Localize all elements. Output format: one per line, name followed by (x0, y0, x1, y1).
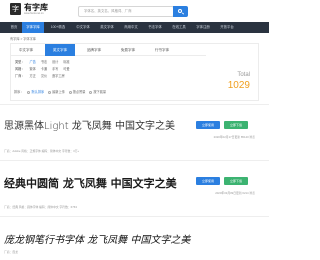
filter-option[interactable]: 设计 (52, 60, 58, 64)
filter-option[interactable]: 标准 (63, 60, 69, 64)
nav-item-calligraphy[interactable]: 书法字体 (144, 22, 166, 33)
filter-option[interactable]: 可爱 (63, 67, 69, 71)
font-preview[interactable]: 经典中圆简 龙飞凤舞 中国文字之美 (4, 175, 177, 191)
nav-item-chinese[interactable]: 中文字体 (72, 22, 94, 33)
breadcrumb: 有字库 > 字体字库 (10, 37, 36, 41)
tab-script[interactable]: 行书字体 (147, 44, 177, 56)
sort-option-latest[interactable]: 最新上传 (52, 90, 65, 94)
filter-option[interactable]: 汉仪 (41, 74, 47, 78)
tab-chinese[interactable]: 中文字体 (11, 44, 41, 56)
filter-label: 风格： (15, 67, 25, 71)
update-date: 2020年02月17日更新 85140 浏览 (213, 135, 255, 139)
filter-option[interactable]: 繁体 (29, 67, 35, 71)
nav-item-featured[interactable]: 100+精选 (46, 22, 70, 33)
font-preview[interactable]: 庞龙钢笔行书字体 龙飞凤舞 中国文字之美 (4, 231, 190, 246)
radio-icon[interactable] (48, 90, 52, 94)
logo-text[interactable]: 有字库 (24, 3, 48, 12)
font-meta: 厂商：庞龙 (4, 250, 18, 254)
filter-tabs: 中文字体 英文字体 品牌字体 免费字体 行书字体 (11, 44, 206, 56)
download-button[interactable]: 立即下载 (224, 177, 248, 185)
tab-brand[interactable]: 品牌字体 (79, 44, 109, 56)
search-input[interactable]: 字体名、英文名、风格词、厂商 (78, 6, 174, 17)
radio-icon[interactable] (27, 90, 31, 94)
sort-label: 排序： (14, 90, 24, 94)
sort-option-downloads[interactable]: 按下载量 (93, 90, 106, 94)
sort-option-default[interactable]: 默认排序 (31, 90, 44, 94)
filter-row-style: 风格： 繁体 卡通 手写 可爱 (15, 66, 70, 71)
nav-item-home[interactable]: 首页 (6, 22, 22, 33)
nav-item-commercial[interactable]: 商用中文 (120, 22, 142, 33)
filter-label: 类型： (15, 60, 25, 64)
logo-subtitle: www.fonts.net.cn (24, 12, 44, 15)
filter-row-vendor: 厂商： 方正 汉仪 造字工房 (15, 73, 65, 78)
filter-row-type: 类型： 广告 书法 设计 标准 (15, 59, 70, 64)
sort-option-likes[interactable]: 按点赞量 (73, 90, 86, 94)
font-card-2: 经典中圆简 龙飞凤舞 中国文字之美 立即使用 立即下载 2020年03月09日更… (0, 160, 269, 216)
main-nav: 首页 字体字库 100+精选 中文字体 英文字体 商用中文 书法字体 在线工具 … (0, 22, 269, 33)
filter-option[interactable]: 造字工房 (52, 74, 65, 78)
tab-free[interactable]: 免费字体 (113, 44, 143, 56)
filter-option[interactable]: 卡通 (41, 67, 47, 71)
nav-item-register[interactable]: 字体注册 (192, 22, 214, 33)
filter-option[interactable]: 手写 (52, 67, 58, 71)
search-icon (178, 9, 182, 13)
use-font-button[interactable]: 立即使用 (196, 121, 220, 129)
filter-option[interactable]: 广告 (29, 60, 35, 64)
radio-icon[interactable] (68, 90, 72, 94)
filter-label: 厂商： (15, 74, 25, 78)
update-date: 2020年03月09日更新 6214 浏览 (215, 191, 255, 195)
filter-option[interactable]: 书法 (41, 60, 47, 64)
radio-icon[interactable] (89, 90, 93, 94)
search-button[interactable] (173, 6, 188, 17)
tab-english[interactable]: 英文字体 (45, 44, 75, 56)
nav-item-platform[interactable]: 开放平台 (216, 22, 238, 33)
site-header: 字 有字库 www.fonts.net.cn 字体名、英文名、风格词、厂商 (0, 0, 269, 22)
font-card-3: 庞龙钢笔行书字体 龙飞凤舞 中国文字之美 厂商：庞龙 (0, 216, 269, 260)
font-preview[interactable]: 思源黑体Light 龙飞凤舞 中国文字之美 (4, 117, 175, 132)
font-meta: 厂商：Adobe 风格：正规字体 编码：简体中文 字符数：3万+ (4, 149, 80, 153)
total-label: Total (237, 72, 250, 78)
nav-item-fonts[interactable]: 字体字库 (22, 22, 44, 33)
total-count: 1029 (227, 80, 250, 91)
use-font-button[interactable]: 立即使用 (196, 177, 220, 185)
font-meta: 厂商：经典 风格：圆体字体 编码：简体中文 字符数：6763 (4, 205, 77, 209)
download-button[interactable]: 立即下载 (224, 121, 248, 129)
nav-item-tools[interactable]: 在线工具 (168, 22, 190, 33)
filter-option[interactable]: 方正 (29, 74, 35, 78)
sort-bar: 排序： 默认排序 最新上传 按点赞量 按下载量 (14, 89, 106, 94)
font-card-1: 思源黑体Light 龙飞凤舞 中国文字之美 立即使用 立即下载 2020年02月… (0, 104, 269, 160)
logo-icon[interactable]: 字 (10, 3, 21, 15)
nav-item-english[interactable]: 英文字体 (96, 22, 118, 33)
